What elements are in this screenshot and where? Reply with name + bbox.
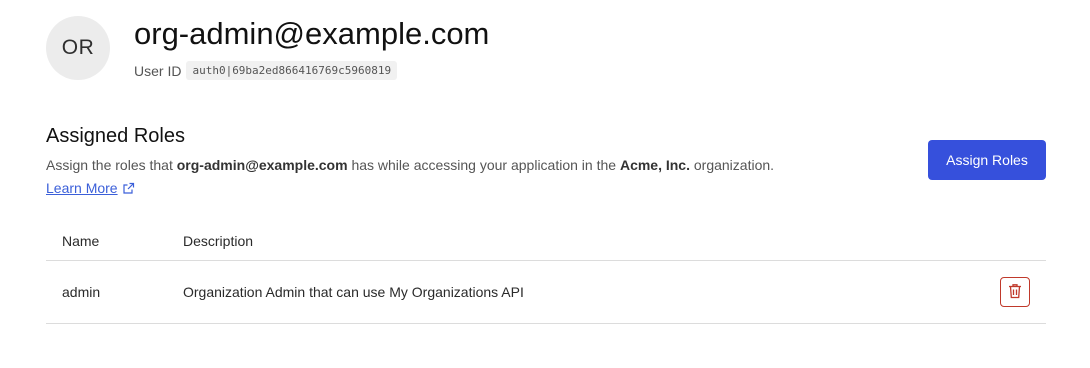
desc-middle: has while accessing your application in …	[347, 157, 620, 173]
trash-icon	[1008, 283, 1022, 302]
external-link-icon	[122, 182, 135, 195]
role-name-cell: admin	[62, 284, 101, 300]
learn-more-link[interactable]: Learn More	[46, 180, 135, 196]
table-row: admin Organization Admin that can use My…	[46, 261, 1046, 324]
learn-more-label: Learn More	[46, 180, 118, 196]
desc-org: Acme, Inc.	[619, 157, 690, 173]
roles-table: Name Description admin Organization Admi…	[46, 222, 1046, 324]
column-header-name: Name	[62, 233, 100, 249]
remove-role-button[interactable]	[1000, 277, 1030, 307]
assigned-roles-title: Assigned Roles	[46, 125, 185, 147]
avatar: OR	[46, 16, 110, 80]
desc-suffix: organization.	[689, 157, 775, 173]
assign-roles-button[interactable]: Assign Roles	[928, 140, 1046, 180]
user-id-row: User ID auth0|69ba2ed866416769c5960819	[134, 61, 398, 80]
role-description-cell: Organization Admin that can use My Organ…	[183, 284, 524, 300]
assigned-roles-description: Assign the roles that org-admin@example.…	[46, 157, 774, 173]
user-id-label: User ID	[134, 62, 182, 79]
desc-prefix: Assign the roles that	[46, 157, 177, 173]
column-header-description: Description	[183, 233, 254, 249]
table-header: Name Description	[46, 222, 1046, 261]
user-email-heading: org-admin@example.com	[134, 16, 490, 51]
user-id-value: auth0|69ba2ed866416769c5960819	[186, 61, 398, 80]
desc-user: org-admin@example.com	[176, 157, 348, 173]
